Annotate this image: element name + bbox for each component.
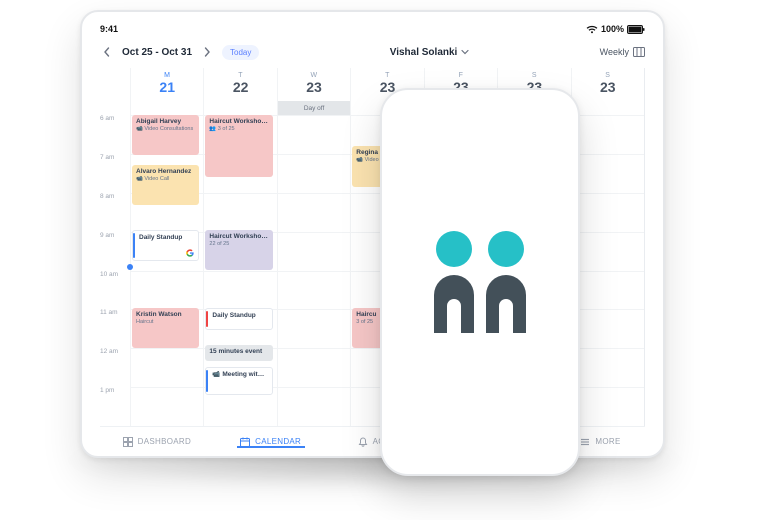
day-header-cell[interactable]: S23 — [571, 68, 644, 101]
event-accent-bar — [206, 311, 208, 327]
event-subtitle: Haircut — [136, 319, 195, 326]
event-title: Daily Standup — [212, 312, 267, 320]
week-grid-icon — [633, 47, 645, 57]
event-title: 15 minutes event — [209, 348, 268, 356]
day-header-cell[interactable]: T22 — [203, 68, 276, 101]
tab-more-label: MORE — [595, 437, 620, 446]
date-range: Oct 25 - Oct 31 — [122, 47, 192, 58]
dashboard-icon — [123, 437, 133, 447]
event-title: Alvaro Hernandez — [136, 168, 195, 176]
calendar-event[interactable]: Abigail Harvey📹 Video Consultations — [132, 115, 199, 155]
prev-week-button[interactable] — [100, 45, 114, 59]
day-header-cell[interactable]: M21 — [130, 68, 203, 101]
tab-calendar[interactable]: CALENDAR — [214, 437, 328, 447]
user-name: Vishal Solanki — [390, 47, 458, 58]
chevron-down-icon — [461, 48, 469, 56]
calendar-toolbar: Oct 25 - Oct 31 Today Vishal Solanki Wee… — [100, 40, 645, 64]
allday-cell — [203, 101, 276, 115]
tab-dashboard[interactable]: DASHBOARD — [100, 437, 214, 447]
phone-device — [380, 88, 580, 476]
day-of-week: F — [425, 72, 497, 79]
calendar-event[interactable]: 📹 Meeting with Jo... — [205, 367, 272, 395]
calendar-event[interactable]: Haircut Workshops22 of 25 — [205, 230, 272, 270]
calendar-event[interactable]: Daily Standup — [132, 230, 199, 261]
day-of-month: 23 — [572, 79, 644, 95]
event-title: 📹 Meeting with Jo... — [212, 371, 267, 379]
day-of-month: 23 — [278, 79, 350, 95]
current-time-indicator — [127, 264, 133, 270]
hamburger-icon — [580, 437, 590, 447]
next-week-button[interactable] — [200, 45, 214, 59]
calendar-event[interactable]: Kristin WatsonHaircut — [132, 308, 199, 348]
phone-screen — [390, 98, 570, 466]
today-button[interactable]: Today — [222, 45, 259, 60]
allday-cell: Day off — [277, 101, 350, 115]
allday-cell — [130, 101, 203, 115]
battery-percent: 100% — [601, 24, 624, 34]
day-of-week: T — [351, 72, 423, 79]
day-column — [571, 115, 644, 426]
day-of-month: 22 — [204, 79, 276, 95]
day-header-cell[interactable]: W23 — [277, 68, 350, 101]
logo-person-icon — [434, 231, 474, 333]
bell-icon — [358, 437, 368, 447]
event-title: Haircut Workshops — [209, 118, 268, 126]
day-column — [277, 115, 350, 426]
event-subtitle: 📹 Video Call — [136, 176, 195, 183]
calendar-event[interactable]: Alvaro Hernandez📹 Video Call — [132, 165, 199, 205]
calendar-event[interactable]: 15 minutes event — [205, 345, 272, 361]
event-subtitle: 📹 Video Consultations — [136, 126, 195, 133]
day-of-week: M — [131, 72, 203, 79]
tab-dashboard-label: DASHBOARD — [138, 437, 191, 446]
view-mode-label: Weekly — [600, 47, 629, 57]
logo-person-icon — [486, 231, 526, 333]
tab-calendar-label: CALENDAR — [255, 437, 301, 446]
event-accent-bar — [133, 233, 135, 258]
brand-logo — [434, 231, 526, 333]
day-of-week: W — [278, 72, 350, 79]
event-subtitle: 22 of 25 — [209, 241, 268, 248]
calendar-icon — [240, 437, 250, 447]
status-time: 9:41 — [100, 24, 118, 34]
event-title: Kristin Watson — [136, 311, 195, 319]
day-column: Abigail Harvey📹 Video Consultations Alvar… — [130, 115, 203, 426]
calendar-event[interactable]: Haircut Workshops👥 3 of 25 — [205, 115, 272, 177]
event-subtitle: 👥 3 of 25 — [209, 126, 268, 133]
event-title: Daily Standup — [139, 234, 194, 242]
day-of-week: T — [204, 72, 276, 79]
day-column: Haircut Workshops👥 3 of 25Haircut Worksh… — [203, 115, 276, 426]
day-of-week: S — [572, 72, 644, 79]
calendar-event[interactable]: Daily Standup — [205, 308, 272, 330]
view-mode-selector[interactable]: Weekly — [600, 47, 645, 57]
google-icon — [186, 249, 194, 257]
allday-cell — [571, 101, 644, 115]
day-of-month: 21 — [131, 79, 203, 95]
event-title: Haircut Workshops — [209, 233, 268, 241]
user-selector[interactable]: Vishal Solanki — [390, 47, 470, 58]
battery-icon — [627, 25, 645, 34]
tablet-status-bar: 9:41 100% — [100, 24, 645, 34]
day-of-week: S — [498, 72, 570, 79]
wifi-icon — [586, 25, 598, 34]
event-accent-bar — [206, 370, 208, 392]
allday-event[interactable]: Day off — [278, 101, 350, 115]
event-title: Abigail Harvey — [136, 118, 195, 126]
